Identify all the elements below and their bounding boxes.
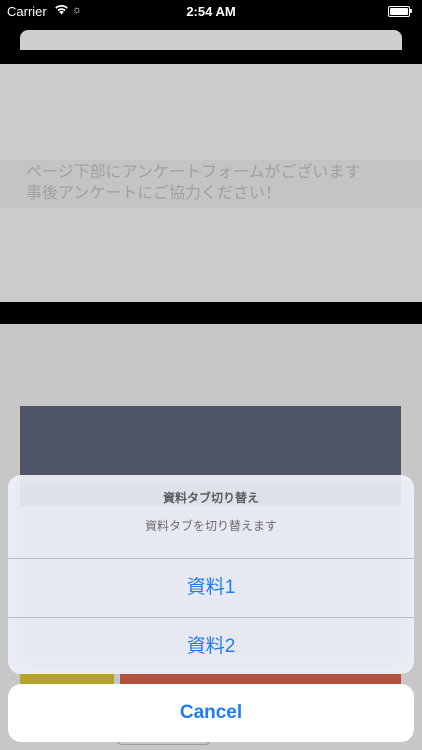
survey-notice-area: ページ下部にアンケートフォームがございます 事後アンケートにご協力ください！ <box>0 64 422 302</box>
survey-notice: ページ下部にアンケートフォームがございます 事後アンケートにご協力ください！ <box>0 160 422 208</box>
navigation-bar <box>0 24 422 64</box>
cancel-button[interactable]: Cancel <box>8 684 414 742</box>
status-bar: Carrier ☼ 2:54 AM <box>0 0 422 24</box>
survey-notice-line-2: 事後アンケートにご協力ください！ <box>26 185 282 202</box>
action-sheet-title: 資料タブ切り替え <box>162 491 259 505</box>
action-sheet-message: 資料タブを切り替えます <box>144 519 277 533</box>
battery-full-icon <box>388 6 412 17</box>
survey-notice-line-1: ページ下部にアンケートフォームがございます <box>26 164 361 181</box>
section-separator <box>0 302 422 324</box>
option-document-2-button[interactable]: 資料2 <box>8 618 414 674</box>
action-sheet: 資料タブ切り替え 資料タブを切り替えます 資料1 資料2 <box>8 475 414 674</box>
option-document-1-button[interactable]: 資料1 <box>8 559 414 617</box>
header-card-top <box>20 30 402 50</box>
status-time: 2:54 AM <box>186 4 236 19</box>
